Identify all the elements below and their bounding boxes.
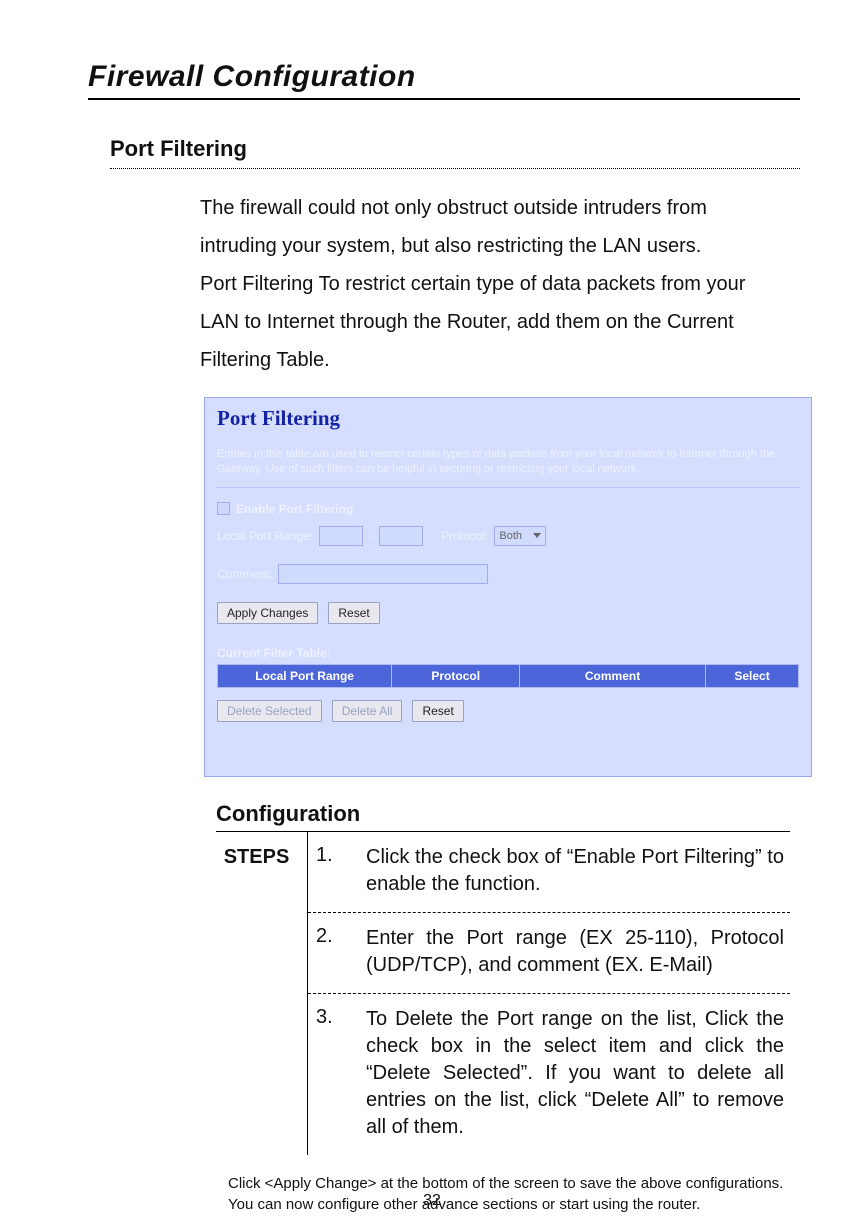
- router-screenshot: Port Filtering Entries in this table are…: [204, 397, 812, 777]
- comment-label: Comment:: [217, 567, 272, 581]
- step-number: 2.: [316, 925, 366, 979]
- delete-all-button[interactable]: Delete All: [332, 700, 403, 722]
- paragraph: Port Filtering To restrict certain type …: [200, 265, 770, 379]
- step-number: 3.: [316, 1006, 366, 1141]
- step-text: Click the check box of “Enable Port Filt…: [366, 844, 784, 898]
- page-title: Firewall Configuration: [88, 60, 800, 100]
- section-body: The firewall could not only obstruct out…: [200, 189, 770, 379]
- filter-table: Local Port Range Protocol Comment Select: [217, 664, 799, 688]
- port-range-label: Local Port Range:: [217, 529, 313, 543]
- enable-port-filtering-label: Enable Port Filtering: [236, 502, 353, 516]
- step-text: Enter the Port range (EX 25-110), Protoc…: [366, 925, 784, 979]
- steps-column-header: STEPS: [216, 832, 308, 1155]
- step-row: 1. Click the check box of “Enable Port F…: [308, 832, 790, 912]
- th-select: Select: [706, 664, 799, 687]
- protocol-value: Both: [499, 530, 522, 542]
- apply-changes-button[interactable]: Apply Changes: [217, 602, 318, 624]
- step-number: 1.: [316, 844, 366, 898]
- th-port-range: Local Port Range: [218, 664, 392, 687]
- th-comment: Comment: [520, 664, 706, 687]
- step-text: To Delete the Port range on the list, Cl…: [366, 1006, 784, 1141]
- section-title-port-filtering: Port Filtering: [110, 136, 800, 164]
- protocol-select[interactable]: Both: [494, 526, 546, 546]
- reset-button[interactable]: Reset: [328, 602, 379, 624]
- panel-description: Entries in this table are used to restri…: [217, 447, 799, 488]
- page-number: 32: [0, 1192, 864, 1210]
- section-rule: [110, 168, 800, 169]
- reset-table-button[interactable]: Reset: [412, 700, 463, 722]
- port-range-to-input[interactable]: [379, 526, 423, 546]
- filter-table-title: Current Filter Table:: [217, 646, 799, 660]
- delete-selected-button[interactable]: Delete Selected: [217, 700, 322, 722]
- configuration-title: Configuration: [216, 801, 800, 827]
- panel-title: Port Filtering: [217, 406, 799, 431]
- th-protocol: Protocol: [392, 664, 520, 687]
- step-row: 2. Enter the Port range (EX 25-110), Pro…: [308, 913, 790, 993]
- steps-table: STEPS 1. Click the check box of “Enable …: [216, 832, 790, 1155]
- paragraph: The firewall could not only obstruct out…: [200, 189, 770, 265]
- range-dash: -: [369, 529, 373, 543]
- step-row: 3. To Delete the Port range on the list,…: [308, 994, 790, 1155]
- enable-port-filtering-checkbox[interactable]: [217, 502, 230, 515]
- comment-input[interactable]: [278, 564, 488, 584]
- protocol-label: Protocol:: [441, 529, 488, 543]
- port-range-from-input[interactable]: [319, 526, 363, 546]
- chevron-down-icon: [533, 533, 541, 538]
